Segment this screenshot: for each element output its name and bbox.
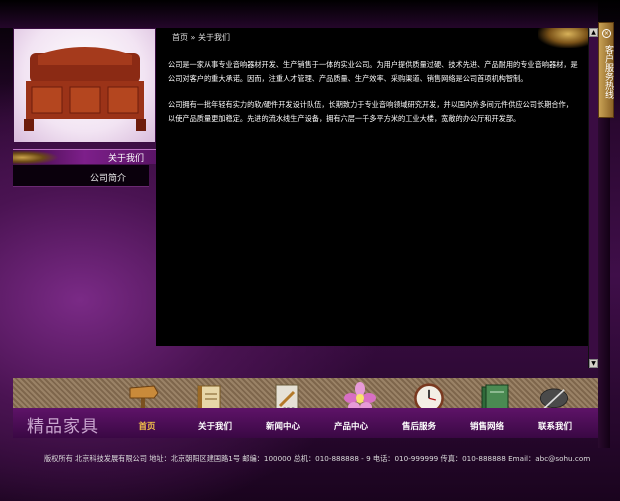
hotline-label: 客户服务热线: [603, 45, 613, 99]
right-strip: [598, 118, 610, 448]
nav-item-label[interactable]: 关于我们: [185, 420, 245, 432]
ornament-icon: [538, 28, 588, 48]
nav-item-label[interactable]: 销售网络: [457, 420, 517, 432]
main-nav: 精品家具 首页 关于我们 新闻中心 产品中心 售后服务 销售网络 联系我们: [13, 408, 598, 438]
nav-item-sales-network[interactable]: 销售网络: [457, 408, 517, 438]
customer-hotline-tab[interactable]: × 客户服务热线: [598, 22, 614, 118]
sidebar-item-label[interactable]: 公司简介: [90, 171, 126, 184]
nav-item-after-sales[interactable]: 售后服务: [389, 408, 449, 438]
sidebar-heading: 关于我们: [13, 149, 156, 165]
scroll-down-icon[interactable]: ▼: [589, 359, 598, 368]
ornament-icon: [13, 150, 59, 165]
main-content: 首页 » 关于我们 公司是一家从事专业音响器材开发、生产销售于一体的实业公司。为…: [156, 28, 588, 346]
site-logo[interactable]: 精品家具: [27, 412, 99, 437]
breadcrumb: 首页 » 关于我们: [172, 33, 230, 42]
nav-item-label[interactable]: 产品中心: [321, 420, 381, 432]
nav-item-contact[interactable]: 联系我们: [525, 408, 585, 438]
sidebar-item-company-intro[interactable]: 公司简介: [13, 165, 149, 187]
nav-item-label[interactable]: 新闻中心: [253, 420, 313, 432]
top-bar: [0, 0, 598, 28]
content-paragraph: 公司拥有一批年轻有实力的软/硬件开发设计队伍，长期致力于专业音响领域研究开发，并…: [168, 100, 573, 123]
footer-copyright: 版权所有 北京科技发展有限公司 地址：北京朝阳区建国路1号 邮编：100000 …: [44, 454, 591, 463]
content-paragraph: 公司是一家从事专业音响器材开发、生产销售于一体的实业公司。为用户提供质量过硬、技…: [168, 60, 578, 83]
nav-item-news[interactable]: 新闻中心: [253, 408, 313, 438]
close-icon[interactable]: ×: [602, 29, 611, 38]
nav-item-home[interactable]: 首页: [117, 408, 177, 438]
nav-item-label[interactable]: 首页: [117, 420, 177, 432]
nav-item-label[interactable]: 联系我们: [525, 420, 585, 432]
sidebar-heading-label: 关于我们: [107, 154, 144, 164]
product-image: [13, 28, 156, 143]
scroll-up-icon[interactable]: ▲: [589, 28, 598, 37]
nav-item-about[interactable]: 关于我们: [185, 408, 245, 438]
content-scrollbar[interactable]: ▲ ▼: [588, 28, 598, 368]
bed-image: [24, 47, 146, 131]
nav-item-label[interactable]: 售后服务: [389, 420, 449, 432]
nav-item-products[interactable]: 产品中心: [321, 408, 381, 438]
